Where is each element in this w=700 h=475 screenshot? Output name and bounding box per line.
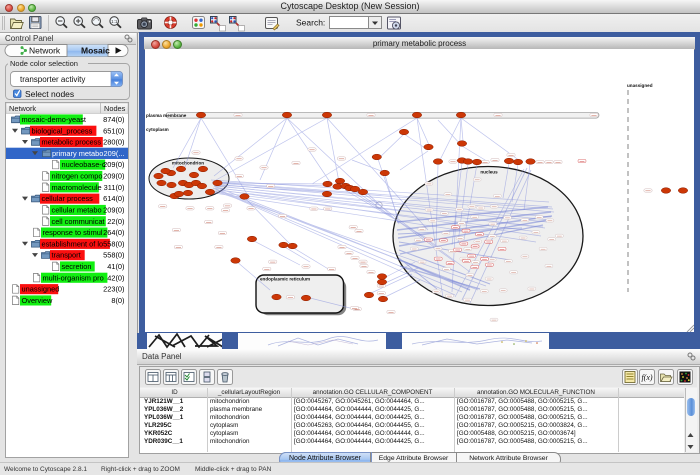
svg-text:Network: Network: [29, 46, 61, 56]
svg-text:cellular process: cellular process: [42, 194, 94, 203]
svg-text:transporter activity: transporter activity: [20, 75, 85, 84]
svg-text:209(...: 209(...: [104, 149, 125, 158]
svg-text:614(0): 614(0): [103, 194, 124, 203]
svg-text:cellular metabo: cellular metabo: [52, 206, 102, 215]
svg-text:secretion: secretion: [62, 262, 92, 271]
svg-text:unassigned: unassigned: [22, 285, 60, 294]
svg-text:nucleus: nucleus: [480, 170, 498, 175]
svg-text:264(0): 264(0): [103, 228, 124, 237]
svg-text:establishment of lo: establishment of lo: [42, 239, 104, 248]
svg-text:response to stimul: response to stimul: [43, 228, 103, 237]
svg-text:209(0): 209(0): [103, 160, 124, 169]
svg-text:Network: Network: [9, 104, 36, 113]
svg-text:nucleobase-c: nucleobase-c: [62, 160, 106, 169]
svg-text:metabolic process: metabolic process: [42, 138, 102, 147]
svg-text:558(0): 558(0): [103, 251, 124, 260]
svg-text:558(0): 558(0): [103, 239, 124, 248]
svg-text:8(0): 8(0): [111, 296, 124, 305]
svg-text:Select nodes: Select nodes: [25, 89, 74, 99]
svg-text:223(0): 223(0): [103, 285, 124, 294]
svg-text:Mosaic: Mosaic: [81, 46, 110, 56]
svg-text:Search:: Search:: [296, 18, 325, 28]
svg-text:209(0): 209(0): [103, 206, 124, 215]
svg-text:f(x): f(x): [641, 373, 652, 382]
svg-text:multi-organism pro: multi-organism pro: [43, 273, 104, 282]
svg-text:1:1: 1:1: [111, 19, 118, 24]
svg-text:nitrogen compo: nitrogen compo: [52, 172, 103, 181]
svg-text:311(0): 311(0): [104, 183, 125, 192]
svg-text:280(0): 280(0): [103, 138, 124, 147]
svg-text:Node color selection: Node color selection: [10, 59, 78, 68]
svg-text:22(0): 22(0): [107, 217, 124, 226]
svg-text:42(0): 42(0): [107, 273, 124, 282]
svg-text:209(0): 209(0): [103, 172, 124, 181]
svg-text:cell communicat: cell communicat: [52, 217, 105, 226]
svg-text:Overview: Overview: [22, 296, 53, 305]
svg-text:unassigned: unassigned: [627, 83, 653, 88]
svg-text:cytoplasm: cytoplasm: [146, 127, 169, 132]
svg-text:41(0): 41(0): [107, 262, 124, 271]
svg-text:transport: transport: [52, 251, 81, 260]
svg-text:biological_process: biological_process: [32, 126, 93, 135]
svg-text:874(0): 874(0): [103, 115, 124, 124]
svg-text:endoplasmic reticulum: endoplasmic reticulum: [260, 277, 310, 282]
svg-text:plasma membrane: plasma membrane: [146, 113, 187, 118]
svg-text:primary metabo: primary metabo: [52, 149, 103, 158]
svg-text:Nodes: Nodes: [104, 104, 126, 113]
svg-text:macromolecule: macromolecule: [52, 183, 102, 192]
svg-text:651(0): 651(0): [103, 126, 124, 135]
svg-text:mosaic-demo-yeast: mosaic-demo-yeast: [22, 115, 86, 124]
